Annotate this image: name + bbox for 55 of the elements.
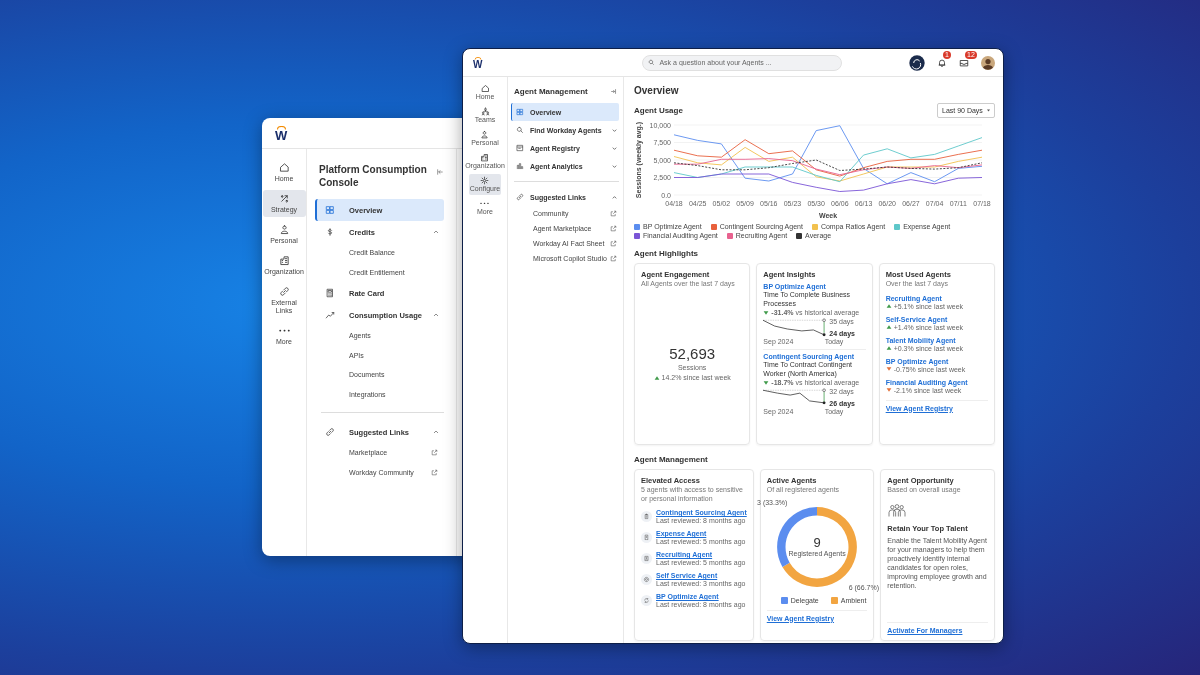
registry-icon (516, 144, 524, 152)
page-title: Overview (634, 85, 680, 97)
section-title: Agent Management (634, 455, 709, 464)
external-link-icon[interactable] (610, 225, 617, 232)
home-icon (480, 84, 490, 93)
logo-arc-icon (473, 56, 482, 60)
agent-total: 9 (813, 536, 821, 550)
person-icon (480, 130, 490, 139)
org-chart-icon (480, 107, 490, 116)
id-card-icon (641, 553, 652, 564)
external-link-icon[interactable] (431, 449, 438, 457)
external-link-icon[interactable] (610, 240, 617, 247)
dollar-icon (325, 227, 335, 237)
external-link-icon[interactable] (431, 468, 438, 476)
home-icon (278, 162, 290, 173)
settings-icon (480, 176, 490, 185)
trend-icon (325, 310, 335, 320)
grid-icon (516, 108, 524, 116)
section-title: Agent Usage (634, 106, 683, 115)
strategy-icon (278, 193, 290, 204)
search-icon (516, 126, 524, 134)
logo: W (473, 59, 483, 69)
clipboard-icon (641, 511, 652, 522)
external-link-icon[interactable] (610, 255, 617, 262)
bell-icon[interactable] (937, 57, 947, 68)
person-icon (278, 224, 290, 235)
logo-arc-icon (275, 125, 287, 130)
avatar[interactable] (981, 55, 995, 70)
receipt-icon (641, 532, 652, 543)
assistant-button[interactable] (909, 54, 925, 71)
grid-icon (325, 205, 335, 215)
link-icon (278, 286, 290, 297)
more-icon (278, 329, 290, 333)
section-title: Agent Highlights (634, 249, 699, 258)
nav-title: Agent Management (514, 87, 588, 96)
cycle-icon (641, 595, 652, 606)
caret-icon (986, 108, 991, 113)
building-icon (278, 255, 290, 266)
external-link-icon[interactable] (610, 210, 617, 217)
link-icon (325, 427, 335, 437)
sparkline (763, 318, 828, 338)
nav-title: Platform Consumption Console (319, 163, 428, 189)
logo: W (275, 129, 288, 141)
inbox-icon[interactable] (959, 57, 969, 68)
search-icon (648, 59, 656, 66)
session-count: 52,693 (669, 345, 716, 363)
more-icon (480, 202, 490, 205)
calculator-icon (325, 288, 335, 298)
target-icon (641, 574, 652, 585)
people-icon (887, 502, 908, 518)
building-icon (480, 153, 490, 162)
link-icon (516, 193, 524, 201)
collapse-icon[interactable] (610, 88, 617, 95)
bar-chart-icon (516, 162, 524, 170)
collapse-icon[interactable] (436, 168, 444, 176)
